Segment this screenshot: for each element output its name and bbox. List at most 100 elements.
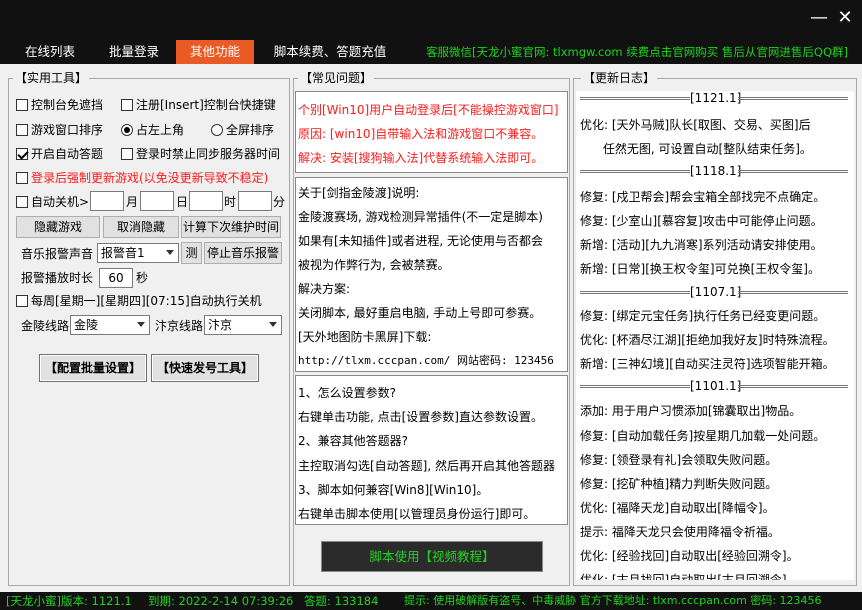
tools-panel: 【实用工具】 控制台免遮挡 注册[Insert]控制台快捷键 游戏窗口排序 占左… <box>8 72 290 586</box>
option-label: 登录时禁止同步服务器时间 <box>136 147 281 161</box>
option-label: 登录后强制更新游戏(以免没更新导致不稳定) <box>31 171 269 185</box>
music-alarm-select[interactable]: 报警音1 <box>97 243 179 263</box>
chevron-down-icon <box>166 250 174 255</box>
option-label: 每周[星期一][星期四][07:15]自动执行关机 <box>31 294 262 308</box>
version-separator <box>580 291 690 294</box>
tab-renew-recharge[interactable]: 脚本续费、答题充值 <box>262 40 398 64</box>
occupy-top-left-radio[interactable]: 占左上角 <box>121 122 184 138</box>
force-update-option[interactable]: 登录后强制更新游戏(以免没更新导致不稳定) <box>16 170 268 186</box>
window-sort-option[interactable]: 游戏窗口排序 <box>16 122 103 138</box>
calc-maintenance-button[interactable]: 计算下次维护时间 <box>181 216 281 238</box>
checkbox-icon[interactable] <box>16 124 28 136</box>
chevron-down-icon <box>137 322 145 327</box>
faq-qa-line: 3、脚本如何兼容[Win8][Win10]。 <box>298 483 489 497</box>
status-bar: [天龙小蜜]版本: 1121.1 到期: 2022-2-14 07:39:26 … <box>0 592 862 610</box>
faq-info-line: 关闭脚本, 最好重启电脑, 手动上号即可参赛。 <box>298 306 542 320</box>
changelog-entry: 优化: [杯酒尽江湖][拒绝加我好友]时特殊流程。 <box>580 333 835 347</box>
select-value: 报警音1 <box>101 246 145 260</box>
checkbox-icon[interactable] <box>121 99 133 111</box>
faq-info-line: 如果有[未知插件]或者进程, 无论使用与否都会 <box>298 234 543 248</box>
expiry-status: 到期: 2022-2-14 07:39:26 <box>148 594 294 608</box>
cancel-hide-button[interactable]: 取消隐藏 <box>103 216 179 238</box>
tab-other-functions[interactable]: 其他功能 <box>176 40 254 64</box>
changelog-entry: 添加: 用于用户习惯添加[锦囊取出]物品。 <box>580 404 802 418</box>
option-label: 全屏排序 <box>226 123 275 137</box>
tab-bar: 在线列表 批量登录 其他功能 脚本续费、答题充值 客服微信[天龙小蜜官网: tl… <box>0 40 862 64</box>
disable-sync-time-option[interactable]: 登录时禁止同步服务器时间 <box>121 146 280 162</box>
alarm-duration-input[interactable]: 60 <box>99 268 133 288</box>
test-alarm-button[interactable]: 测 <box>181 242 202 264</box>
day-label: 日 <box>176 195 189 209</box>
quick-send-button[interactable]: 【快速发号工具】 <box>151 354 259 382</box>
config-batch-button[interactable]: 【配置批量设置】 <box>39 354 147 382</box>
title-bar: — ✕ <box>0 0 862 40</box>
close-icon[interactable]: ✕ <box>832 7 858 29</box>
option-label: 自动关机> <box>31 195 90 209</box>
shutdown-day-input[interactable] <box>140 191 174 211</box>
option-label: 注册[Insert]控制台快捷键 <box>136 98 276 112</box>
faq-qa-line: 右键单击功能, 点击[设置参数]直达参数设置。 <box>298 410 543 424</box>
changelog-entry: 新增: [三神幻境][自动买注灵符]选项智能开箱。 <box>580 357 835 371</box>
changelog-entry: 新增: [活动][九九消寒]系列活动请安排使用。 <box>580 238 823 252</box>
stop-alarm-button[interactable]: 停止音乐报警 <box>204 242 282 264</box>
version-status: [天龙小蜜]版本: 1121.1 <box>6 594 132 608</box>
checkbox-icon[interactable] <box>16 196 28 208</box>
version-label: [1107.1] <box>690 285 742 299</box>
jinling-route-label: 金陵线路 <box>21 319 70 333</box>
shutdown-hour-input[interactable] <box>189 191 223 211</box>
hide-game-button[interactable]: 隐藏游戏 <box>16 216 100 238</box>
alarm-duration-label: 报警播放时长 <box>21 271 94 285</box>
register-hotkey-option[interactable]: 注册[Insert]控制台快捷键 <box>121 97 276 113</box>
bianjing-route-select[interactable]: 汴京 <box>204 315 282 335</box>
faq-title: 【常见问题】 <box>298 71 375 85</box>
checkbox-icon[interactable] <box>16 99 28 111</box>
radio-icon[interactable] <box>121 124 133 136</box>
seconds-label: 秒 <box>136 271 149 285</box>
select-value: 汴京 <box>208 318 233 332</box>
support-notice: 客服微信[天龙小蜜官网: tlxmgw.com 续费点击官网购买 售后从官网进售… <box>426 45 848 59</box>
radio-icon[interactable] <box>211 124 223 136</box>
version-separator <box>580 170 690 173</box>
full-screen-sort-radio[interactable]: 全屏排序 <box>211 122 274 138</box>
auto-answer-option[interactable]: 开启自动答题 <box>16 146 103 162</box>
version-separator <box>738 385 848 388</box>
changelog-entry: 修复: [自动加载任务]按星期几加载一处问题。 <box>580 429 826 443</box>
faq-warning-line: 原因: [win10]自带输入法和游戏窗口不兼容。 <box>298 127 544 141</box>
music-alarm-label: 音乐报警声音 <box>21 247 94 261</box>
changelog-entry: 新增: [日常][换王权令玺]可兑换[王权令玺]。 <box>580 262 820 276</box>
checkbox-icon[interactable] <box>16 295 28 307</box>
tip-status: 提示: 使用破解版有盗号、中毒威胁 官方下载地址: tlxm.cccpan.co… <box>404 594 822 607</box>
version-separator <box>738 97 848 100</box>
tab-batch-login[interactable]: 批量登录 <box>96 40 172 64</box>
option-label: 占左上角 <box>136 123 185 137</box>
console-no-block-option[interactable]: 控制台免遮挡 <box>16 97 103 113</box>
video-tutorial-button[interactable]: 脚本使用【视频教程】 <box>321 541 543 572</box>
faq-info-line: [天外地图防卡黑屏]下载: <box>298 330 432 344</box>
tab-online-list[interactable]: 在线列表 <box>12 40 88 64</box>
auto-shutdown-option[interactable]: 自动关机> <box>16 194 89 210</box>
faq-qa-line: 右键单击脚本使用[以管理员身份运行]即可。 <box>298 507 536 521</box>
changelog-title: 【更新日志】 <box>581 71 658 85</box>
jinling-route-select[interactable]: 金陵 <box>70 315 150 335</box>
checkbox-icon[interactable] <box>16 172 28 184</box>
version-separator <box>738 170 848 173</box>
checkbox-icon[interactable] <box>121 148 133 160</box>
faq-info-line: 被视为作弊行为, 会被禁赛。 <box>298 258 450 272</box>
download-link[interactable]: http://tlxm.cccpan.com/ 网站密码: 123456 <box>298 352 554 368</box>
minimize-icon[interactable]: — <box>806 7 832 29</box>
checkbox-icon[interactable] <box>16 148 28 160</box>
shutdown-month-input[interactable] <box>90 191 124 211</box>
changelog-entry: 修复: [戍卫帮会]帮会宝箱全部找完不点确定。 <box>580 190 826 204</box>
faq-info-line: 解决方案: <box>298 282 351 296</box>
faq-warning-line: 个别[Win10]用户自动登录后[不能操控游戏窗口] <box>298 103 559 117</box>
chevron-down-icon <box>269 322 277 327</box>
changelog-entry: 修复: [领登录有礼]会领取失败问题。 <box>580 453 778 467</box>
version-label: [1121.1] <box>690 91 742 105</box>
bianjing-route-label: 汴京线路 <box>155 319 204 333</box>
shutdown-minute-input[interactable] <box>238 191 272 211</box>
changelog-entry: 修复: [挖矿种植]精力判断失败问题。 <box>580 477 778 491</box>
changelog-entry: 修复: [绑定元宝任务]执行任务已经变更问题。 <box>580 309 826 323</box>
weekly-shutdown-option[interactable]: 每周[星期一][星期四][07:15]自动执行关机 <box>16 293 262 309</box>
changelog-entry: 优化: [天外马贼]队长[取图、交易、买图]后 <box>580 118 811 132</box>
changelog-entry: 提示: 福降天龙只会使用降福令祈福。 <box>580 525 780 539</box>
